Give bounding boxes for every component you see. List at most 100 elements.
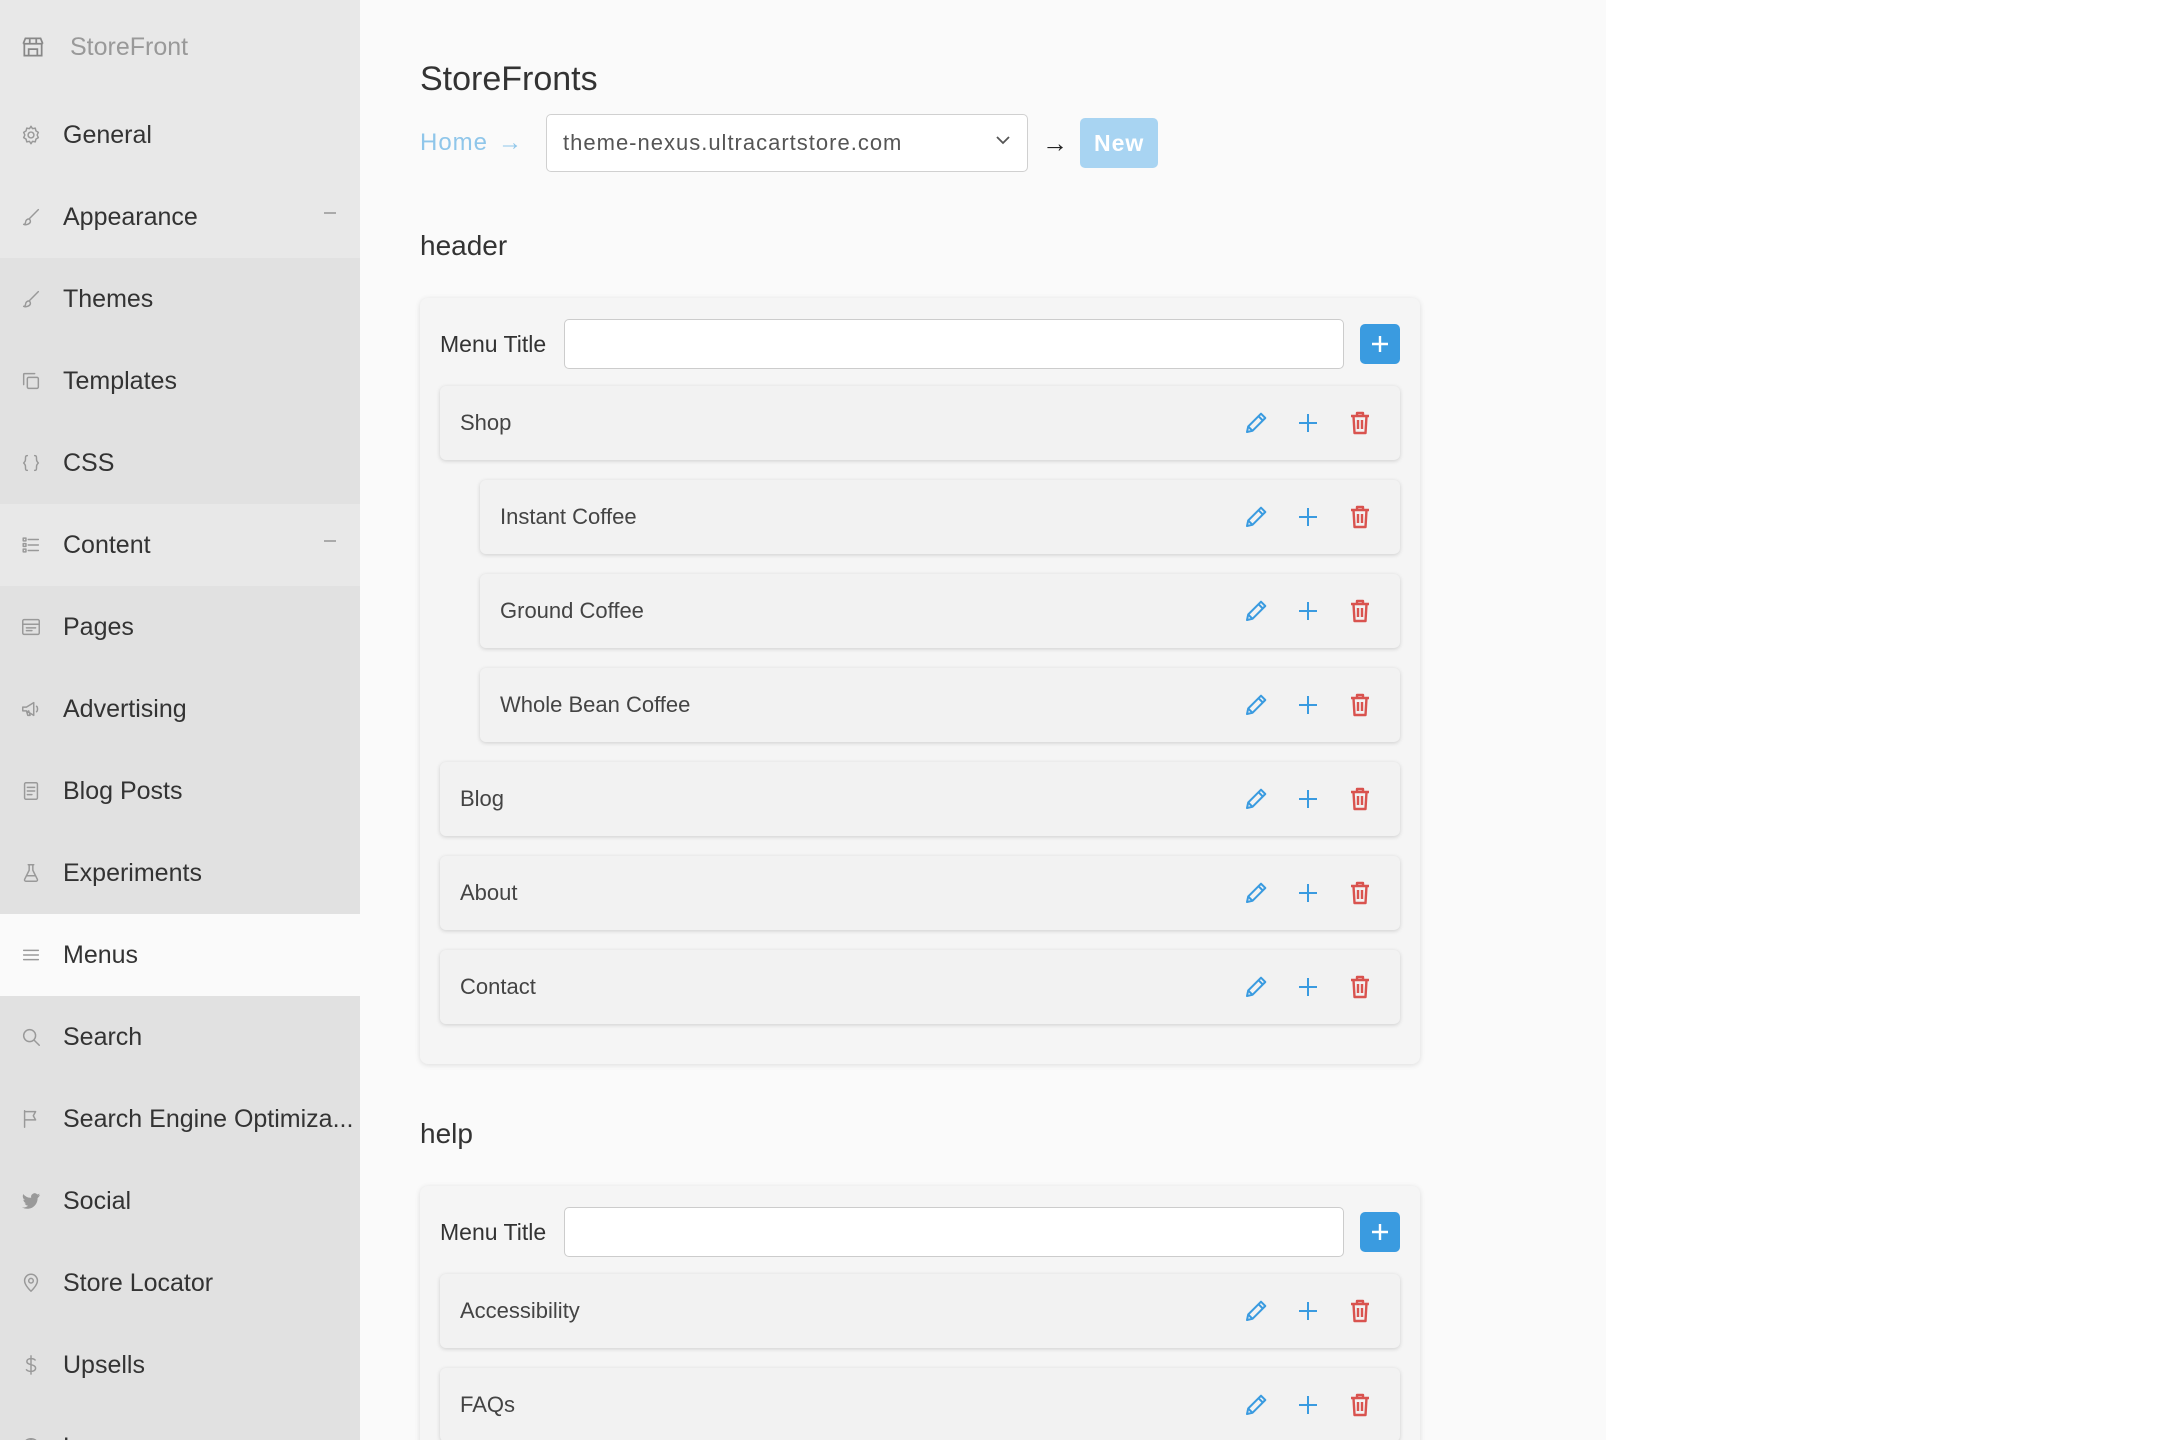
- new-button[interactable]: New: [1080, 118, 1159, 168]
- sidebar-item-label: Blog Posts: [63, 776, 183, 805]
- menu-item-actions: [1230, 497, 1386, 537]
- sidebar-item-label: Advertising: [63, 694, 187, 723]
- sidebar-item-search[interactable]: Search: [0, 996, 360, 1078]
- sidebar-item-themes[interactable]: Themes: [0, 258, 360, 340]
- delete-icon[interactable]: [1334, 403, 1386, 443]
- menu-item[interactable]: Whole Bean Coffee: [480, 668, 1400, 742]
- collapse-icon[interactable]: [324, 540, 336, 542]
- edit-icon[interactable]: [1230, 779, 1282, 819]
- menu-item[interactable]: FAQs: [440, 1368, 1400, 1440]
- storefront-select[interactable]: theme-nexus.ultracartstore.com: [546, 114, 1029, 172]
- sidebar-item-search-engine-optimiza[interactable]: Search Engine Optimiza...: [0, 1078, 360, 1160]
- edit-icon[interactable]: [1230, 685, 1282, 725]
- add-child-icon[interactable]: [1282, 873, 1334, 913]
- menu-item-actions: [1230, 779, 1386, 819]
- gear-icon: [20, 124, 42, 146]
- breadcrumb-arrow: →: [498, 129, 523, 156]
- menu-item-label: Ground Coffee: [500, 598, 644, 623]
- main-content: StoreFronts Home → theme-nexus.ultracart…: [360, 0, 1606, 1440]
- brush-icon: [20, 206, 42, 228]
- sidebar-item-social[interactable]: Social: [0, 1160, 360, 1242]
- delete-icon[interactable]: [1334, 591, 1386, 631]
- menu-lines-icon: [20, 944, 42, 966]
- menu-item[interactable]: Instant Coffee: [480, 480, 1400, 554]
- edit-icon[interactable]: [1230, 591, 1282, 631]
- edit-icon[interactable]: [1230, 1291, 1282, 1331]
- menu-item-label: About: [460, 880, 518, 905]
- sidebar-item-menus[interactable]: Menus: [0, 914, 360, 996]
- delete-icon[interactable]: [1334, 685, 1386, 725]
- sidebar-item-languages[interactable]: Languages: [0, 1406, 360, 1440]
- menu-item-actions: [1230, 967, 1386, 1007]
- menu-item[interactable]: Ground Coffee: [480, 574, 1400, 648]
- sidebar-item-label: Experiments: [63, 858, 202, 887]
- sidebar-item-general[interactable]: General: [0, 94, 360, 176]
- sidebar-item-label: Languages: [63, 1433, 187, 1440]
- sidebar-item-store-locator[interactable]: Store Locator: [0, 1242, 360, 1324]
- breadcrumb: Home → theme-nexus.ultracartstore.com → …: [420, 114, 1159, 172]
- add-menu-item-button[interactable]: [1360, 324, 1400, 364]
- delete-icon[interactable]: [1334, 967, 1386, 1007]
- storefront-icon: [20, 34, 46, 60]
- sidebar-item-advertising[interactable]: Advertising: [0, 668, 360, 750]
- menu-item-label: Shop: [460, 410, 512, 435]
- delete-icon[interactable]: [1334, 779, 1386, 819]
- add-child-icon[interactable]: [1282, 779, 1334, 819]
- add-child-icon[interactable]: [1282, 1291, 1334, 1331]
- sidebar-item-content[interactable]: Content: [0, 504, 360, 586]
- add-child-icon[interactable]: [1282, 591, 1334, 631]
- twitter-icon: [20, 1190, 42, 1212]
- sidebar-item-css[interactable]: CSS: [0, 422, 360, 504]
- menu-item-label: FAQs: [460, 1392, 516, 1417]
- megaphone-icon: [20, 698, 42, 720]
- add-child-icon[interactable]: [1282, 403, 1334, 443]
- delete-icon[interactable]: [1334, 497, 1386, 537]
- menu-item-label: Accessibility: [460, 1298, 580, 1323]
- add-menu-item-button[interactable]: [1360, 1212, 1400, 1252]
- sidebar-brand[interactable]: StoreFront: [0, 0, 360, 94]
- add-child-icon[interactable]: [1282, 1385, 1334, 1425]
- menu-item[interactable]: Shop: [440, 386, 1400, 460]
- delete-icon[interactable]: [1334, 1291, 1386, 1331]
- menu-title-label: Menu Title: [440, 330, 547, 357]
- sidebar-item-upsells[interactable]: Upsells: [0, 1324, 360, 1406]
- menu-item-actions: [1230, 1385, 1386, 1425]
- menu-item[interactable]: About: [440, 856, 1400, 930]
- edit-icon[interactable]: [1230, 1385, 1282, 1425]
- sidebar-item-pages[interactable]: Pages: [0, 586, 360, 668]
- add-child-icon[interactable]: [1282, 497, 1334, 537]
- breadcrumb-home-link[interactable]: Home: [420, 129, 488, 157]
- sidebar-item-label: Themes: [63, 284, 154, 313]
- add-child-icon[interactable]: [1282, 967, 1334, 1007]
- flag-icon: [20, 1108, 42, 1130]
- sidebar-nav: General Appearance Themes Templates CSS Conte…: [0, 94, 360, 1440]
- collapse-icon[interactable]: [324, 212, 336, 214]
- sidebar-item-appearance[interactable]: Appearance: [0, 176, 360, 258]
- menu-title-row: Menu Title: [440, 1206, 1400, 1258]
- menu-item[interactable]: Accessibility: [440, 1274, 1400, 1348]
- delete-icon[interactable]: [1334, 1385, 1386, 1425]
- menu-item[interactable]: Blog: [440, 762, 1400, 836]
- page-title: StoreFronts: [420, 60, 598, 98]
- sidebar-item-templates[interactable]: Templates: [0, 340, 360, 422]
- add-child-icon[interactable]: [1282, 685, 1334, 725]
- menu-item[interactable]: Contact: [440, 950, 1400, 1024]
- delete-icon[interactable]: [1334, 873, 1386, 913]
- edit-icon[interactable]: [1230, 403, 1282, 443]
- menu-item-label: Instant Coffee: [500, 504, 637, 529]
- menu-item-actions: [1230, 685, 1386, 725]
- menu-title-input[interactable]: [564, 319, 1344, 369]
- menu-item-label: Whole Bean Coffee: [500, 692, 691, 717]
- menu-section-title: help: [420, 1118, 473, 1149]
- sidebar-item-label: General: [63, 120, 152, 149]
- edit-icon[interactable]: [1230, 497, 1282, 537]
- edit-icon[interactable]: [1230, 967, 1282, 1007]
- edit-icon[interactable]: [1230, 873, 1282, 913]
- sidebar-item-label: Pages: [63, 612, 134, 641]
- sidebar-item-label: Social: [63, 1186, 132, 1215]
- window-icon: [20, 616, 42, 638]
- sidebar-item-label: Appearance: [63, 202, 198, 231]
- sidebar-item-blog-posts[interactable]: Blog Posts: [0, 750, 360, 832]
- sidebar-item-experiments[interactable]: Experiments: [0, 832, 360, 914]
- menu-title-input[interactable]: [564, 1207, 1344, 1257]
